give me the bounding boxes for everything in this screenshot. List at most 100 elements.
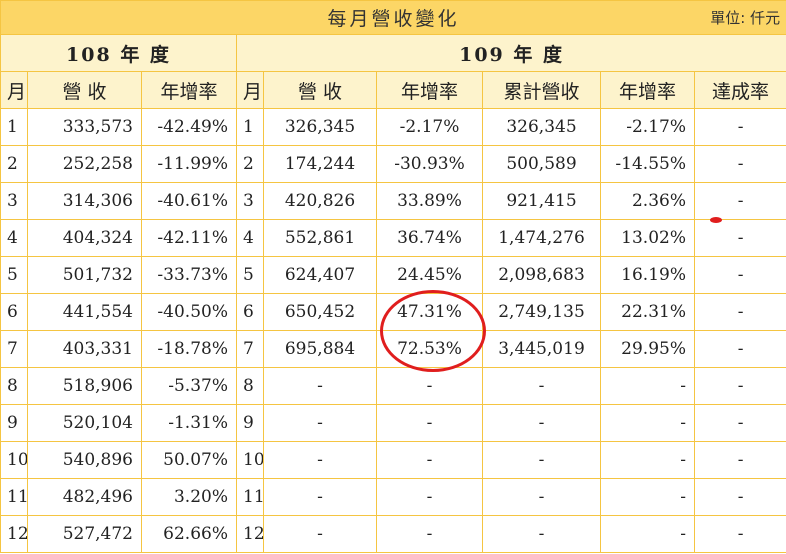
revenue-109-cell: -	[263, 367, 377, 405]
table-row: 3 314,306 -40.61% 3 420,826 33.89% 921,415 2.36…	[0, 182, 786, 220]
revenue-109-cell: 174,244	[263, 145, 377, 183]
yoy-108-cell: 62.66%	[141, 515, 237, 553]
cumulative-cell: -	[482, 478, 601, 516]
revenue-109-cell: 552,861	[263, 219, 377, 257]
revenue-108-cell: 501,732	[27, 256, 142, 294]
table-row: 11 482,496 3.20% 11- - - - -	[0, 478, 786, 516]
cumulative-cell: 500,589	[482, 145, 601, 183]
month-108-cell: 3	[0, 182, 28, 220]
achievement-cell: -	[693, 404, 786, 442]
yoy-108-cell: -42.11%	[141, 219, 237, 257]
cum-yoy-cell: 16.19%	[600, 256, 695, 294]
cumulative-cell: -	[482, 367, 601, 405]
yoy-109-cell: -	[376, 367, 483, 405]
red-dot-mark	[710, 217, 722, 223]
month-109-cell: 6	[236, 293, 264, 331]
revenue-109-cell: 695,884	[263, 330, 377, 368]
cumulative-cell: 1,474,276	[482, 219, 601, 257]
cumulative-cell: 2,749,135	[482, 293, 601, 331]
revenue-108-cell: 252,258	[27, 145, 142, 183]
month-109-cell: 11	[236, 478, 264, 516]
month-109-cell: 2	[236, 145, 264, 183]
month-109-cell: 10	[236, 441, 264, 479]
achievement-cell: -	[693, 219, 786, 257]
achievement-cell: -	[693, 478, 786, 516]
col-header-cum-yoy: 年增率	[600, 71, 695, 109]
yoy-109-cell: -	[376, 478, 483, 516]
table-row: 12 527,472 62.66% 12- - - - -	[0, 515, 786, 553]
month-108-cell: 9	[0, 404, 28, 442]
month-108-cell: 12	[0, 515, 28, 553]
cumulative-cell: -	[482, 515, 601, 553]
revenue-109-cell: -	[263, 404, 377, 442]
revenue-108-cell: 518,906	[27, 367, 142, 405]
monthly-revenue-table: 每月營收變化 單位: 仟元 108 年 度 109 年 度 月 營 收 年增率 …	[0, 0, 786, 553]
revenue-108-cell: 520,104	[27, 404, 142, 442]
table-title: 每月營收變化 單位: 仟元	[0, 0, 786, 35]
cum-yoy-cell: -	[600, 367, 695, 405]
yoy-109-cell: -	[376, 441, 483, 479]
col-header-month-109: 月	[236, 71, 264, 109]
revenue-108-cell: 403,331	[27, 330, 142, 368]
revenue-108-cell: 527,472	[27, 515, 142, 553]
month-109-cell: 12	[236, 515, 264, 553]
revenue-109-cell: 326,345	[263, 108, 377, 146]
month-108-cell: 7	[0, 330, 28, 368]
yoy-109-cell: 33.89%	[376, 182, 483, 220]
achievement-cell: -	[693, 330, 786, 368]
yoy-108-cell: -33.73%	[141, 256, 237, 294]
revenue-108-cell: 314,306	[27, 182, 142, 220]
table-row: 9 520,104 -1.31% 9- - - - -	[0, 404, 786, 442]
cumulative-cell: 921,415	[482, 182, 601, 220]
yoy-108-cell: -18.78%	[141, 330, 237, 368]
achievement-cell: -	[693, 256, 786, 294]
revenue-108-cell: 482,496	[27, 478, 142, 516]
yoy-109-cell: -	[376, 404, 483, 442]
cumulative-cell: -	[482, 441, 601, 479]
revenue-108-cell: 333,573	[27, 108, 142, 146]
table-row: 8 518,906 -5.37% 8- - - - -	[0, 367, 786, 405]
cumulative-cell: 3,445,019	[482, 330, 601, 368]
revenue-108-cell: 540,896	[27, 441, 142, 479]
cumulative-cell: 2,098,683	[482, 256, 601, 294]
revenue-108-cell: 441,554	[27, 293, 142, 331]
month-108-cell: 5	[0, 256, 28, 294]
month-109-cell: 7	[236, 330, 264, 368]
yoy-108-cell: -1.31%	[141, 404, 237, 442]
red-circle-annotation	[380, 290, 486, 372]
achievement-cell: -	[693, 367, 786, 405]
col-header-month-108: 月	[0, 71, 28, 109]
month-109-cell: 9	[236, 404, 264, 442]
cum-yoy-cell: 2.36%	[600, 182, 695, 220]
col-header-revenue-108: 營 收	[27, 71, 142, 109]
achievement-cell: -	[693, 108, 786, 146]
month-109-cell: 4	[236, 219, 264, 257]
table-row: 2 252,258 -11.99% 2 174,244 -30.93% 500,589 -14…	[0, 145, 786, 183]
month-108-cell: 2	[0, 145, 28, 183]
table-title-text: 每月營收變化	[327, 8, 460, 30]
cumulative-cell: -	[482, 404, 601, 442]
cum-yoy-cell: -	[600, 478, 695, 516]
year-108-header: 108 年 度	[0, 34, 237, 72]
month-109-cell: 1	[236, 108, 264, 146]
month-109-cell: 8	[236, 367, 264, 405]
table-row: 1 333,573 -42.49% 1 326,345 -2.17% 326,345 -2.1…	[0, 108, 786, 146]
yoy-109-cell: -2.17%	[376, 108, 483, 146]
month-108-cell: 11	[0, 478, 28, 516]
yoy-109-cell: -30.93%	[376, 145, 483, 183]
unit-label: 單位: 仟元	[710, 9, 781, 27]
year-109-header: 109 年 度	[235, 34, 786, 72]
cumulative-cell: 326,345	[482, 108, 601, 146]
yoy-108-cell: 50.07%	[141, 441, 237, 479]
revenue-109-cell: -	[263, 478, 377, 516]
month-108-cell: 6	[0, 293, 28, 331]
col-header-yoy-109: 年增率	[376, 71, 483, 109]
yoy-108-cell: -42.49%	[141, 108, 237, 146]
yoy-109-cell: 36.74%	[376, 219, 483, 257]
col-header-revenue-109: 營 收	[263, 71, 377, 109]
revenue-109-cell: -	[263, 515, 377, 553]
month-108-cell: 1	[0, 108, 28, 146]
revenue-109-cell: 650,452	[263, 293, 377, 331]
cum-yoy-cell: -2.17%	[600, 108, 695, 146]
cum-yoy-cell: 13.02%	[600, 219, 695, 257]
